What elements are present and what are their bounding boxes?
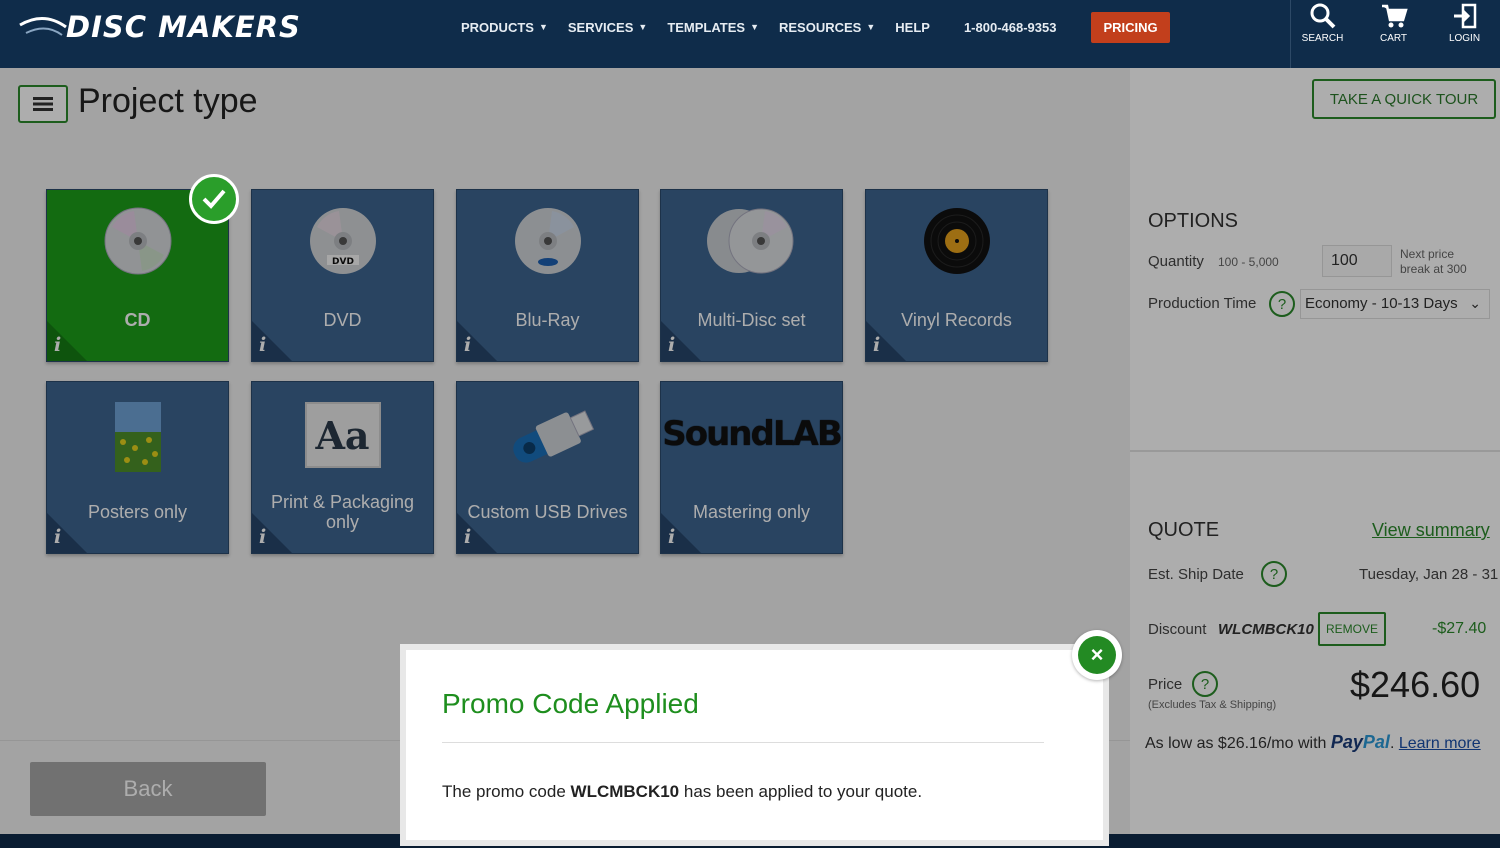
nav-services-label: SERVICES bbox=[567, 19, 634, 35]
search-button[interactable]: SEARCH bbox=[1287, 0, 1358, 68]
nav-help[interactable]: HELP bbox=[895, 20, 930, 35]
search-label: SEARCH bbox=[1301, 33, 1344, 44]
modal-promo-code: WLCMBCK10 bbox=[570, 782, 680, 801]
nav-help-label: HELP bbox=[895, 19, 930, 35]
nav-services[interactable]: SERVICES ▼ bbox=[568, 20, 647, 35]
nav-products-label: PRODUCTS bbox=[461, 19, 534, 35]
main-nav: PRODUCTS ▼ SERVICES ▼ TEMPLATES ▼ RESOURCES… bbox=[461, 0, 1170, 54]
login-button[interactable]: LOGIN bbox=[1429, 0, 1500, 68]
cart-label: CART bbox=[1379, 33, 1408, 44]
nav-resources-label: RESOURCES bbox=[779, 19, 862, 35]
cart-icon bbox=[1381, 4, 1408, 28]
modal-message-suffix: has been applied to your quote. bbox=[683, 782, 923, 801]
modal-close-button[interactable]: × bbox=[1072, 630, 1122, 680]
nav-phone[interactable]: 1-800-468-9353 bbox=[964, 20, 1057, 35]
login-icon bbox=[1453, 3, 1476, 29]
selected-check-icon bbox=[189, 174, 239, 224]
nav-templates[interactable]: TEMPLATES ▼ bbox=[667, 20, 759, 35]
disc-makers-logo[interactable]: DISC MAKERS bbox=[18, 10, 301, 44]
login-label: LOGIN bbox=[1448, 33, 1481, 44]
modal-divider bbox=[442, 742, 1044, 743]
search-icon bbox=[1310, 3, 1335, 29]
close-icon: × bbox=[1078, 636, 1116, 674]
nav-resources[interactable]: RESOURCES ▼ bbox=[779, 20, 875, 35]
nav-templates-label: TEMPLATES bbox=[667, 19, 746, 35]
caret-down-icon: ▼ bbox=[638, 22, 648, 32]
caret-down-icon: ▼ bbox=[750, 22, 759, 32]
modal-title: Promo Code Applied bbox=[442, 688, 699, 719]
caret-down-icon: ▼ bbox=[538, 22, 548, 32]
caret-down-icon: ▼ bbox=[866, 22, 876, 32]
top-navbar: DISC MAKERS PRODUCTS ▼ SERVICES ▼ TEMPLATE… bbox=[0, 0, 1500, 68]
logo-swoosh-icon bbox=[19, 17, 67, 36]
nav-products[interactable]: PRODUCTS ▼ bbox=[461, 20, 548, 35]
promo-modal: Promo Code Applied The promo code WLCMBC… bbox=[400, 644, 1109, 846]
logo-text: DISC MAKERS bbox=[66, 10, 301, 44]
pricing-button[interactable]: PRICING bbox=[1091, 11, 1170, 43]
modal-message: The promo code WLCMBCK10 has been applie… bbox=[442, 782, 922, 802]
modal-message-prefix: The promo code bbox=[442, 782, 566, 801]
header-icon-group: SEARCH CART LOGIN bbox=[1287, 0, 1500, 68]
cart-button[interactable]: CART bbox=[1358, 0, 1429, 68]
